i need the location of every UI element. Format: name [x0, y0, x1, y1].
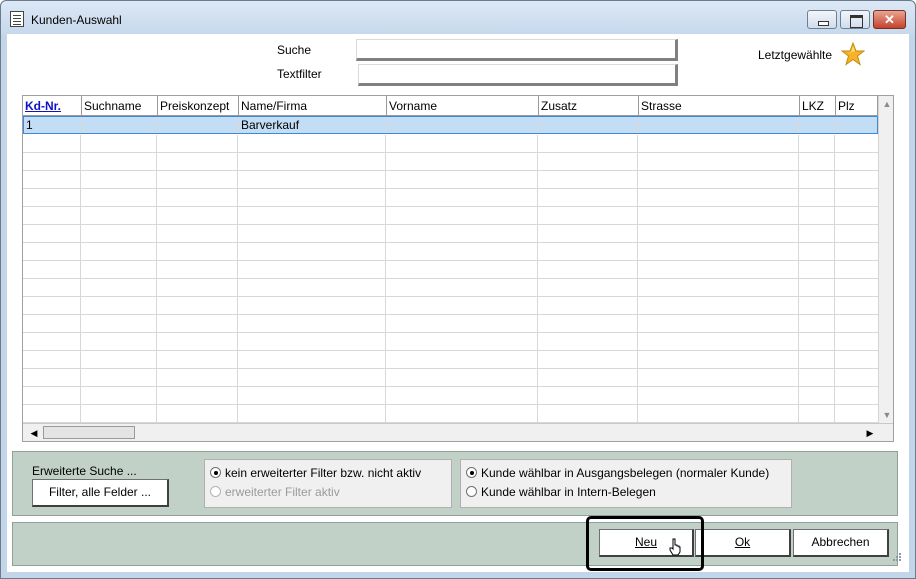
textfilter-input[interactable] — [358, 64, 678, 86]
title-bar[interactable]: Kunden-Auswahl ✕ — [1, 1, 915, 35]
empty-table-row[interactable] — [23, 171, 878, 189]
empty-cell — [23, 351, 835, 368]
empty-table-row[interactable] — [23, 351, 878, 369]
radio-selected-icon — [466, 467, 477, 478]
radio-extended-filter-active-label: erweiterter Filter aktiv — [225, 485, 340, 499]
radio-selected-icon — [210, 467, 221, 478]
empty-table-row[interactable] — [23, 369, 878, 387]
empty-cell — [23, 135, 835, 152]
empty-table-row[interactable] — [23, 279, 878, 297]
cell-vorname — [387, 117, 539, 133]
ok-button-label: Ok — [734, 535, 751, 549]
scroll-up-icon[interactable]: ▲ — [879, 96, 893, 112]
cell-name: Barverkauf — [239, 117, 387, 133]
column-header-preiskonzept[interactable]: Preiskonzept — [158, 96, 239, 116]
empty-cell — [23, 405, 835, 422]
minimize-button[interactable] — [807, 10, 837, 29]
search-label: Suche — [277, 43, 312, 57]
cell-strasse — [639, 117, 800, 133]
table-row[interactable]: 1 Barverkauf — [23, 116, 878, 134]
horizontal-scroll-thumb[interactable] — [43, 426, 135, 439]
radio-no-extended-filter[interactable]: kein erweiterter Filter bzw. nicht aktiv — [210, 466, 421, 480]
filter-all-fields-button[interactable]: Filter, alle Felder ... — [32, 479, 169, 507]
column-header-lkz[interactable]: LKZ — [800, 96, 836, 116]
search-input[interactable] — [356, 39, 678, 61]
textfilter-label: Textfilter — [277, 67, 322, 81]
app-icon — [10, 11, 24, 27]
vertical-scrollbar[interactable]: ▲ ▼ — [878, 96, 893, 423]
resize-grip-icon[interactable] — [890, 552, 902, 564]
empty-cell — [23, 171, 835, 188]
empty-table-row[interactable] — [23, 333, 878, 351]
customer-grid[interactable]: Kd-Nr. Suchname Preiskonzept Name/Firma … — [22, 95, 894, 442]
empty-table-row[interactable] — [23, 207, 878, 225]
close-icon: ✕ — [884, 12, 895, 27]
radio-extended-filter-active: erweiterter Filter aktiv — [210, 485, 340, 499]
cell-kdnr: 1 — [24, 117, 82, 133]
empty-table-row[interactable] — [23, 405, 878, 423]
scroll-left-icon[interactable]: ◀ — [26, 425, 42, 441]
column-header-vorname[interactable]: Vorname — [387, 96, 539, 116]
radio-customer-internal-label: Kunde wählbar in Intern-Belegen — [481, 485, 656, 499]
column-header-zusatz[interactable]: Zusatz — [539, 96, 639, 116]
empty-cell — [23, 369, 835, 386]
column-header-suchname[interactable]: Suchname — [82, 96, 158, 116]
empty-cell — [23, 261, 835, 278]
empty-table-row[interactable] — [23, 243, 878, 261]
empty-table-row[interactable] — [23, 315, 878, 333]
empty-table-row[interactable] — [23, 153, 878, 171]
scroll-down-icon[interactable]: ▼ — [879, 407, 893, 423]
empty-cell — [23, 225, 835, 242]
filter-mode-group: kein erweiterter Filter bzw. nicht aktiv… — [204, 459, 452, 508]
radio-customer-internal[interactable]: Kunde wählbar in Intern-Belegen — [466, 485, 656, 499]
cell-suchname — [82, 117, 158, 133]
close-button[interactable]: ✕ — [873, 10, 906, 29]
focus-highlight-frame — [586, 516, 704, 571]
recent-label: Letztgewählte — [758, 48, 833, 62]
radio-unselected-icon — [210, 486, 221, 497]
extended-search-title: Erweiterte Suche ... — [32, 464, 137, 478]
empty-cell — [23, 387, 835, 404]
cell-lkz — [800, 117, 836, 133]
horizontal-scrollbar[interactable]: ◀ ▶ — [23, 423, 893, 441]
radio-unselected-icon — [466, 486, 477, 497]
empty-cell — [23, 153, 835, 170]
empty-table-row[interactable] — [23, 297, 878, 315]
cancel-button[interactable]: Abbrechen — [793, 529, 889, 557]
extended-search-panel: Erweiterte Suche ... Filter, alle Felder… — [12, 451, 898, 516]
cell-zusatz — [539, 117, 639, 133]
empty-cell — [23, 297, 835, 314]
empty-table-row[interactable] — [23, 189, 878, 207]
empty-cell — [23, 243, 835, 260]
column-header-plz[interactable]: Plz — [836, 96, 878, 116]
window-title: Kunden-Auswahl — [31, 13, 122, 27]
hand-cursor-icon — [669, 538, 681, 556]
maximize-button[interactable] — [840, 10, 870, 29]
radio-customer-normal-label: Kunde wählbar in Ausgangsbelegen (normal… — [481, 466, 770, 480]
column-header-kdnr[interactable]: Kd-Nr. — [23, 96, 82, 116]
radio-customer-normal[interactable]: Kunde wählbar in Ausgangsbelegen (normal… — [466, 466, 769, 480]
empty-table-row[interactable] — [23, 261, 878, 279]
empty-cell — [23, 315, 835, 332]
scroll-right-icon[interactable]: ▶ — [862, 425, 878, 441]
star-icon[interactable] — [841, 42, 865, 66]
cell-preiskonzept — [158, 117, 239, 133]
empty-table-row[interactable] — [23, 135, 878, 153]
cell-plz — [836, 117, 877, 133]
empty-cell — [23, 207, 835, 224]
column-header-strasse[interactable]: Strasse — [639, 96, 800, 116]
empty-cell — [23, 333, 835, 350]
ok-button[interactable]: Ok — [695, 529, 791, 557]
empty-cell — [23, 279, 835, 296]
column-header-name[interactable]: Name/Firma — [239, 96, 387, 116]
button-panel: Neu Ok Abbrechen — [12, 522, 898, 566]
empty-cell — [23, 189, 835, 206]
empty-table-row[interactable] — [23, 225, 878, 243]
radio-no-extended-filter-label: kein erweiterter Filter bzw. nicht aktiv — [225, 466, 422, 480]
customer-type-group: Kunde wählbar in Ausgangsbelegen (normal… — [460, 459, 792, 508]
empty-table-row[interactable] — [23, 387, 878, 405]
